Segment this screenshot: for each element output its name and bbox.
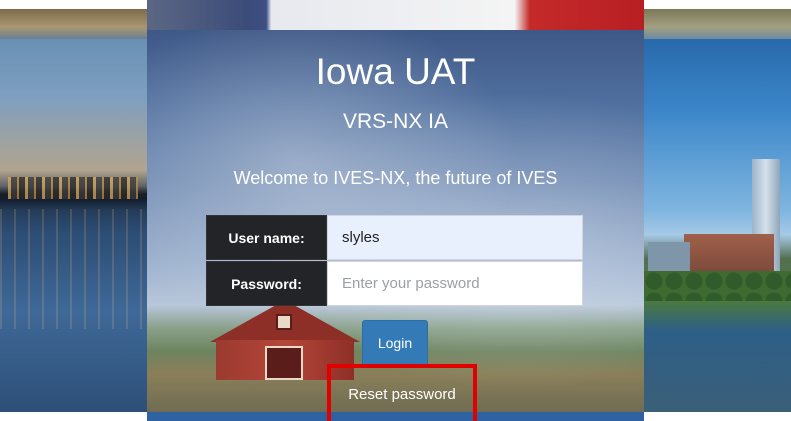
password-input[interactable] — [327, 261, 583, 306]
welcome-message: Welcome to IVES-NX, the future of IVES — [233, 168, 558, 188]
reset-password-link[interactable]: Reset password — [327, 364, 477, 421]
background-city-night — [0, 9, 147, 412]
page-subtitle: VRS-NX IA — [342, 110, 449, 133]
background-city-lights — [8, 177, 138, 199]
background-building — [684, 234, 774, 274]
page-title: Iowa UAT — [315, 51, 476, 92]
background-water-reflection — [0, 209, 147, 329]
password-label: Password: — [206, 261, 327, 306]
login-button[interactable]: Login — [362, 320, 428, 366]
background-grass — [644, 9, 791, 39]
username-label: User name: — [206, 215, 327, 260]
username-input[interactable] — [327, 215, 583, 260]
background-flag-strip — [147, 0, 644, 30]
background-grass — [0, 9, 147, 39]
background-city-day — [644, 9, 791, 412]
background-building — [648, 242, 690, 274]
background-trees — [644, 271, 791, 301]
